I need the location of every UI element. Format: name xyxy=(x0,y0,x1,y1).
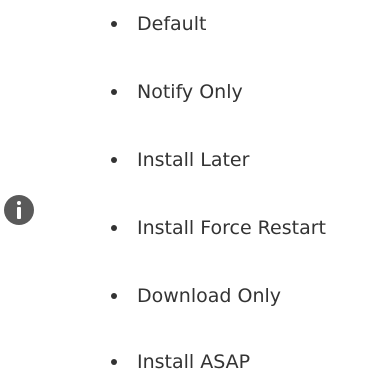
bullet-icon xyxy=(111,21,117,27)
bullet-icon xyxy=(111,89,117,95)
list-item-label: Install Force Restart xyxy=(137,217,326,239)
list-item-label: Install ASAP xyxy=(137,351,251,373)
list-item-label: Default xyxy=(137,13,207,35)
bullet-icon xyxy=(111,225,117,231)
bullet-icon xyxy=(111,293,117,299)
bullet-icon xyxy=(111,359,117,365)
bullet-icon xyxy=(111,157,117,163)
list-item-label: Install Later xyxy=(137,149,250,171)
list-item-label: Notify Only xyxy=(137,81,243,103)
list-item-label: Download Only xyxy=(137,285,282,307)
option-list: Default Notify Only Install Later Instal… xyxy=(0,0,368,375)
